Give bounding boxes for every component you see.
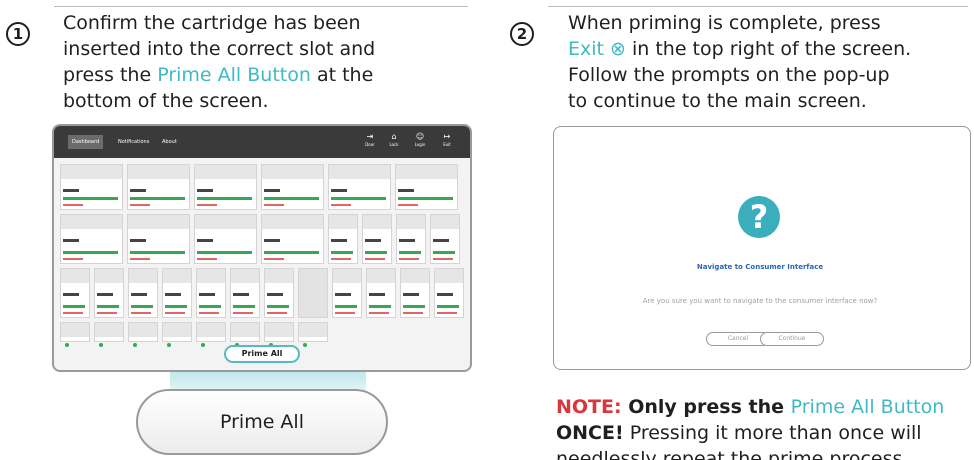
continue-button[interactable]: Continue [760,332,824,346]
step-2-line: Follow the prompts on the pop-up [568,64,890,86]
cartridge-tile [264,322,294,347]
cartridge-tile [194,164,257,210]
cartridge-tile [60,214,123,264]
cartridge-tile [196,322,226,347]
cartridge-tile [328,164,391,210]
prime-all-button[interactable]: Prime All [136,389,388,455]
dialog-title: Navigate to Consumer Interface [696,263,824,271]
question-icon: ? [738,196,780,238]
cartridge-tile [162,322,192,347]
cartridge-tile [127,164,190,210]
cartridge-tile [60,268,90,318]
step-1-line: bottom of the screen. [63,90,269,112]
step-1-line: press the Prime All Button at the [63,64,374,86]
step-2-instructions: When priming is complete, press Exit ⊗ i… [568,10,970,114]
cartridge-tile [396,214,426,264]
door-icon[interactable]: ⇥ Door [360,132,380,154]
step-1-instructions: Confirm the cartridge has been inserted … [63,10,463,114]
divider-right [548,6,968,7]
cartridge-tile [230,322,260,347]
cartridge-tile [400,268,430,318]
login-icon[interactable]: ☺ Login [410,132,430,154]
dialog-message: Are you sure you want to navigate to the… [642,297,878,305]
cartridge-tile [128,322,158,347]
cartridge-tile [60,164,123,210]
cartridge-tile [298,322,328,347]
step-1-number: 1 [6,22,30,46]
cartridge-tile [230,268,260,318]
cartridge-tile [128,268,158,318]
dashboard-screenshot: Dashboard Notifications About ⇥ Door ⌂ Loc… [52,124,472,372]
tab-dashboard[interactable]: Dashboard [68,135,104,149]
cartridge-tile [94,268,124,318]
step-2-number: 2 [510,22,534,46]
exit-icon[interactable]: ↦ Exit [437,132,457,154]
cartridge-tile [261,164,324,210]
tab-notifications[interactable]: Notifications [114,135,153,149]
prime-all-reference: Prime All Button [157,64,311,86]
cartridge-tile [332,268,362,318]
cartridge-tile [261,214,324,264]
step-2-line: When priming is complete, press [568,12,881,34]
note-block: NOTE: Only press the Prime All Button ON… [556,394,966,460]
note-line: ONCE! Pressing it more than once will [556,422,922,444]
step-1-line: Confirm the cartridge has been [63,12,361,34]
step-2-line: Exit ⊗ in the top right of the screen. [568,38,912,60]
note-line: NOTE: Only press the Prime All Button [556,396,945,418]
cartridge-tile [434,268,464,318]
cartridge-tile [264,268,294,318]
prime-all-reference: Prime All Button [790,396,945,418]
cartridge-tile [162,268,192,318]
cartridge-tile [194,214,257,264]
cartridge-tile [127,214,190,264]
cartridge-tile [366,268,396,318]
cartridge-tile [196,268,226,318]
exit-reference: Exit ⊗ [568,38,626,60]
note-line: needlessly repeat the prime process. [556,448,909,460]
prime-all-button-small[interactable]: Prime All [224,345,300,363]
lock-icon[interactable]: ⌂ Lock [384,132,404,154]
cartridge-tile [395,164,458,210]
tab-about[interactable]: About [158,135,181,149]
cartridge-tile [430,214,460,264]
cartridge-tile [328,214,358,264]
cartridge-tile [362,214,392,264]
cartridge-tile [94,322,124,347]
divider-left [54,6,468,7]
cartridge-tile [60,322,90,347]
dashboard-topbar: Dashboard Notifications About ⇥ Door ⌂ Loc… [54,126,470,158]
step-2-line: to continue to the main screen. [568,90,867,112]
cartridge-tile [298,268,328,318]
note-label: NOTE: [556,396,622,418]
step-1-line: inserted into the correct slot and [63,38,376,60]
